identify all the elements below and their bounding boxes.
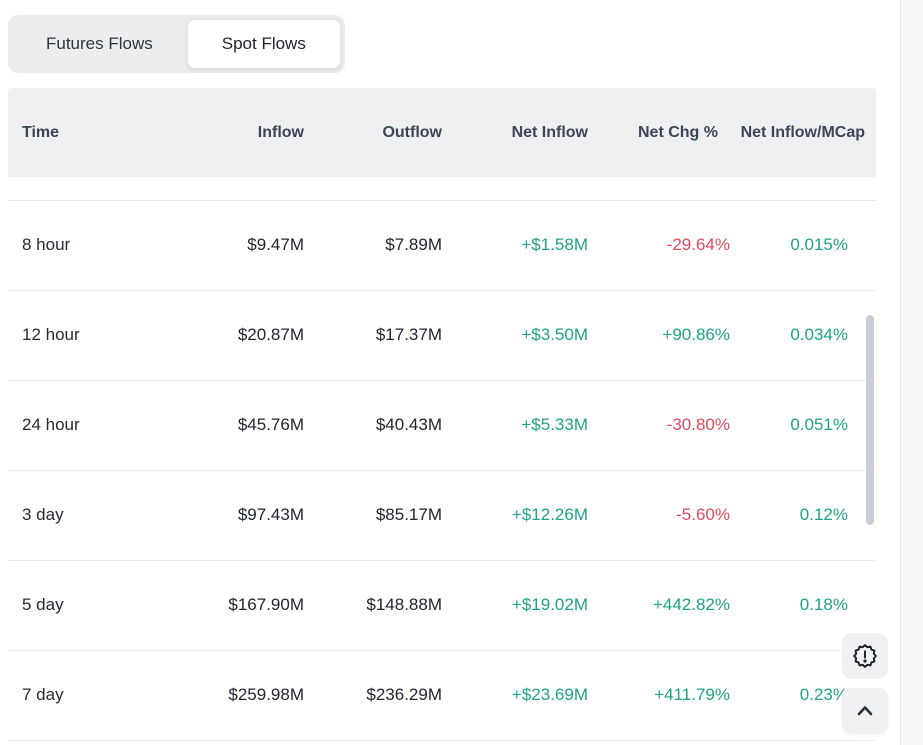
column-header-net-chg: Net Chg % — [588, 88, 730, 177]
cell-time: 3 day — [8, 470, 196, 560]
table-row[interactable]: 5 day $167.90M $148.88M +$19.02M +442.82… — [8, 560, 876, 650]
cell-inflow: $97.43M — [196, 470, 304, 560]
badge-alert-button[interactable] — [842, 633, 888, 679]
cell-time: 12 hour — [8, 290, 196, 380]
cell-time: 7 day — [8, 650, 196, 740]
table-scrollbar-thumb[interactable] — [866, 315, 874, 525]
table-row[interactable]: 8 hour $9.47M $7.89M +$1.58M -29.64% 0.0… — [8, 200, 876, 290]
cell-net-chg: -30.80% — [588, 380, 730, 470]
cell-time: 5 day — [8, 560, 196, 650]
table-row[interactable]: 3 day $97.43M $85.17M +$12.26M -5.60% 0.… — [8, 470, 876, 560]
table-row[interactable]: 7 day $259.98M $236.29M +$23.69M +411.79… — [8, 650, 876, 740]
flows-tab-switcher: Futures Flows Spot Flows — [8, 15, 345, 73]
cell-net-chg: +442.82% — [588, 560, 730, 650]
cell-outflow: $148.88M — [304, 560, 442, 650]
cell-net-inflow: +$1.58M — [442, 200, 588, 290]
column-header-inflow: Inflow — [196, 88, 304, 177]
cell-net-inflow: +$23.69M — [442, 650, 588, 740]
column-header-time: Time — [8, 88, 196, 177]
cell-net-inflow-mcap: 0.015% — [730, 200, 876, 290]
cell-net-chg: -29.64% — [588, 200, 730, 290]
badge-alert-icon — [852, 643, 878, 669]
cell-outflow: $7.89M — [304, 200, 442, 290]
cell-inflow: $167.90M — [196, 560, 304, 650]
table-header: Time Inflow Outflow Net Inflow Net Chg %… — [8, 88, 876, 177]
cell-outflow: $236.29M — [304, 650, 442, 740]
cell-net-inflow: +$3.50M — [442, 290, 588, 380]
cell-outflow: $85.17M — [304, 470, 442, 560]
cell-outflow: $40.43M — [304, 380, 442, 470]
column-header-net-inflow-mcap: Net Inflow/MCap — [730, 88, 876, 177]
table-row[interactable]: 12 hour $20.87M $17.37M +$3.50M +90.86% … — [8, 290, 876, 380]
cell-inflow: $259.98M — [196, 650, 304, 740]
cell-net-inflow: +$19.02M — [442, 560, 588, 650]
table-row[interactable]: 24 hour $45.76M $40.43M +$5.33M -30.80% … — [8, 380, 876, 470]
chevron-up-icon — [853, 699, 877, 723]
clipped-row-spacer — [8, 177, 876, 200]
cell-net-inflow: +$5.33M — [442, 380, 588, 470]
column-header-net-inflow: Net Inflow — [442, 88, 588, 177]
cell-time: 8 hour — [8, 200, 196, 290]
tab-spot-flows[interactable]: Spot Flows — [187, 19, 341, 69]
spot-flows-table: Time Inflow Outflow Net Inflow Net Chg %… — [8, 88, 876, 741]
column-header-outflow: Outflow — [304, 88, 442, 177]
cell-net-chg: +90.86% — [588, 290, 730, 380]
cell-inflow: $9.47M — [196, 200, 304, 290]
cell-net-inflow: +$12.26M — [442, 470, 588, 560]
scroll-to-top-button[interactable] — [842, 688, 888, 734]
cell-net-inflow-mcap: 0.051% — [730, 380, 876, 470]
cell-net-chg: +411.79% — [588, 650, 730, 740]
cell-time: 24 hour — [8, 380, 196, 470]
cell-inflow: $45.76M — [196, 380, 304, 470]
cell-net-chg: -5.60% — [588, 470, 730, 560]
cell-inflow: $20.87M — [196, 290, 304, 380]
page-scrollbar-track[interactable] — [900, 0, 923, 745]
cell-net-inflow-mcap: 0.12% — [730, 470, 876, 560]
flows-table: Time Inflow Outflow Net Inflow Net Chg %… — [8, 88, 876, 741]
cell-outflow: $17.37M — [304, 290, 442, 380]
cell-net-inflow-mcap: 0.034% — [730, 290, 876, 380]
tab-futures-flows[interactable]: Futures Flows — [12, 19, 187, 69]
